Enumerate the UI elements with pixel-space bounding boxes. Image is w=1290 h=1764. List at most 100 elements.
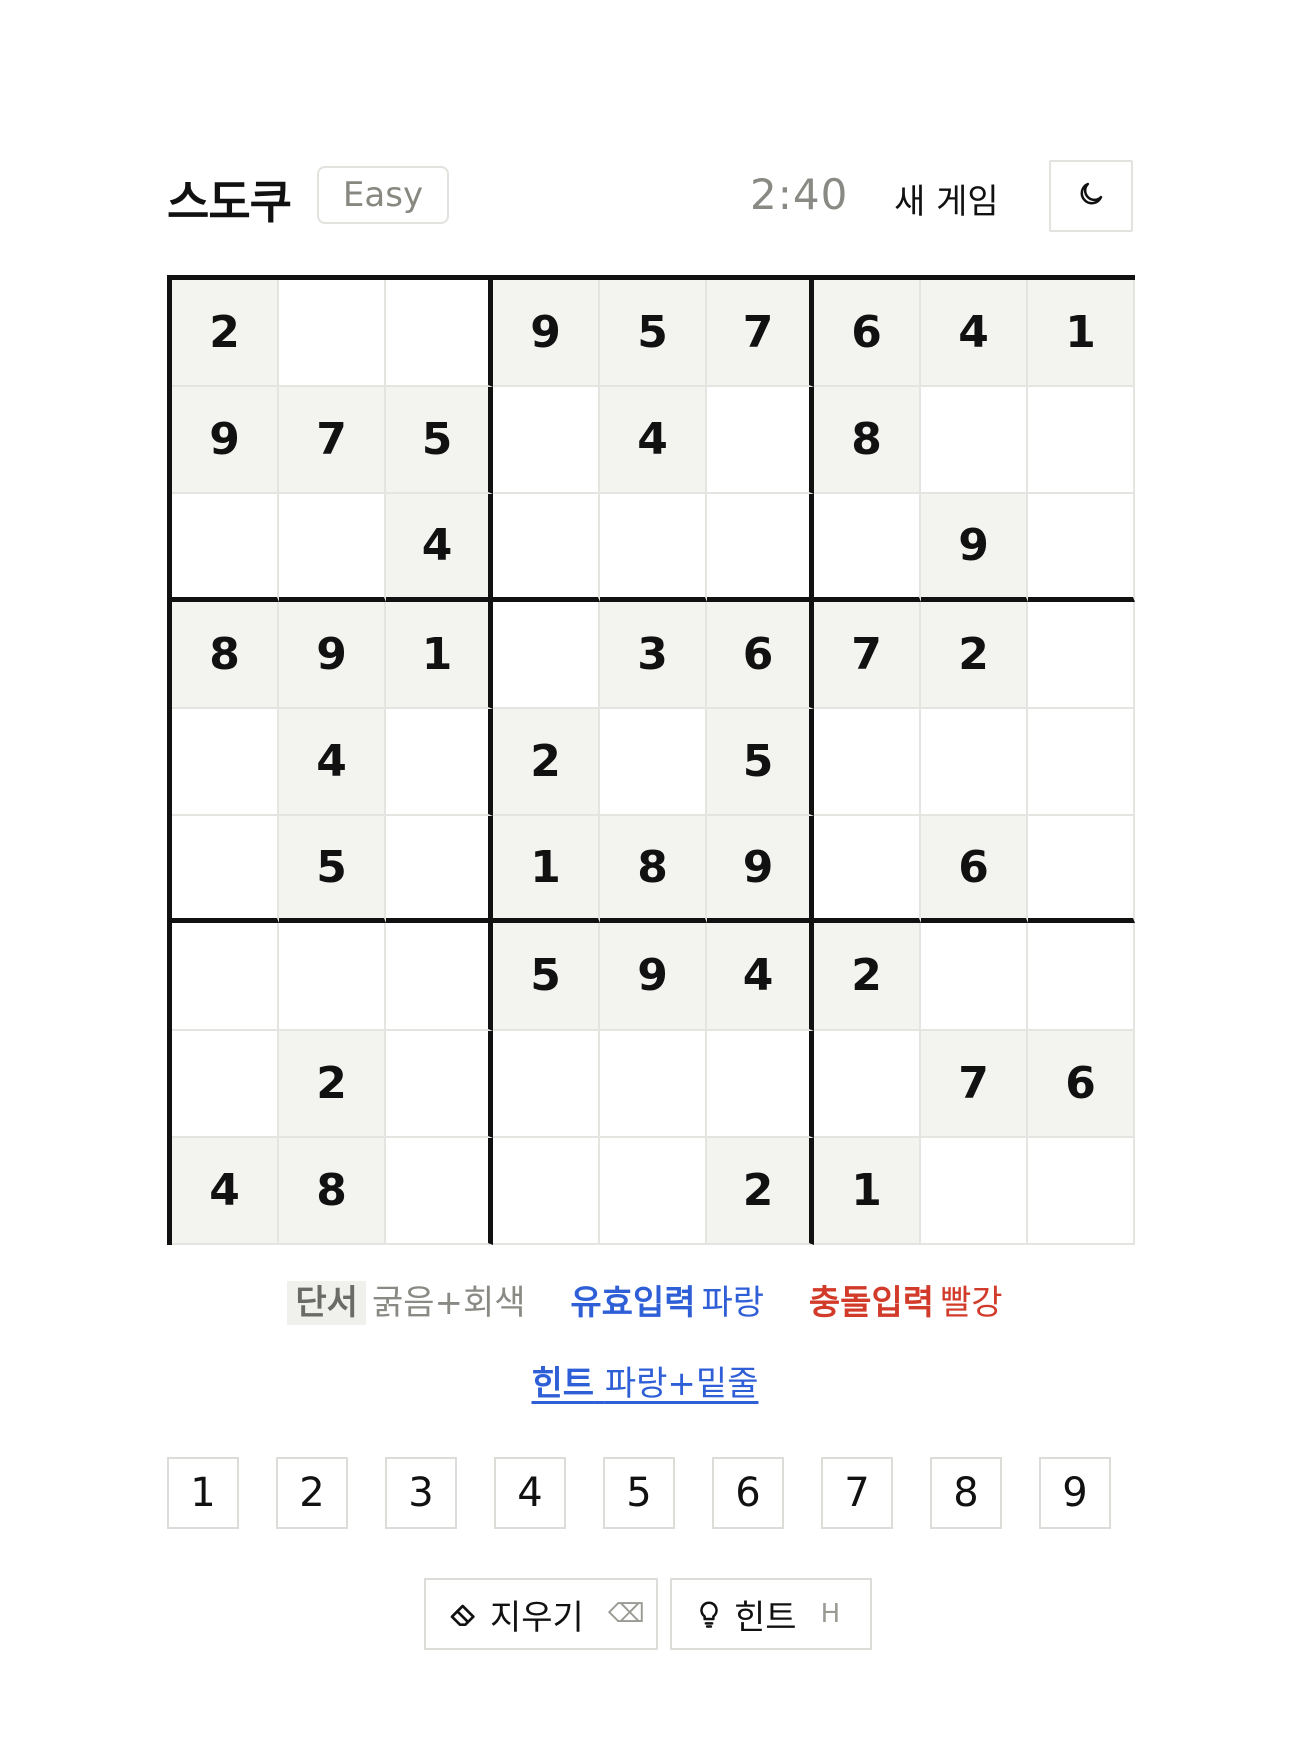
board-cell-r9c1[interactable]: 4 (172, 1137, 279, 1245)
board-cell-r6c4[interactable]: 1 (493, 816, 600, 924)
board-cell-r9c5[interactable] (600, 1137, 707, 1245)
board-cell-r7c7[interactable]: 2 (814, 923, 921, 1031)
board-cell-r7c3[interactable] (386, 923, 493, 1031)
board-cell-r2c4[interactable] (493, 387, 600, 495)
number-button-5[interactable]: 5 (603, 1457, 675, 1529)
board-cell-r2c7[interactable]: 8 (814, 387, 921, 495)
board-cell-r1c2[interactable] (279, 280, 386, 388)
board-cell-r6c3[interactable] (386, 816, 493, 924)
board-cell-r5c2[interactable]: 4 (279, 708, 386, 817)
board-cell-r7c6[interactable]: 4 (707, 923, 814, 1031)
board-cell-r8c7[interactable] (814, 1030, 921, 1138)
board-cell-r3c7[interactable] (814, 494, 921, 602)
board-cell-r5c4[interactable]: 2 (493, 708, 600, 817)
board-cell-r9c3[interactable] (386, 1137, 493, 1245)
board-cell-r1c3[interactable] (386, 280, 493, 388)
board-cell-r1c6[interactable]: 7 (707, 280, 814, 388)
board-cell-r1c5[interactable]: 5 (600, 280, 707, 388)
board-cell-r8c9[interactable]: 6 (1028, 1030, 1135, 1138)
board-cell-r8c4[interactable] (493, 1030, 600, 1138)
number-button-6[interactable]: 6 (712, 1457, 784, 1529)
board-cell-r4c7[interactable]: 7 (814, 601, 921, 709)
board-cell-r4c8[interactable]: 2 (921, 601, 1028, 709)
board-cell-r9c4[interactable] (493, 1137, 600, 1245)
difficulty-badge[interactable]: Easy (317, 166, 449, 224)
board-cell-r5c1[interactable] (172, 708, 279, 817)
board-cell-r6c7[interactable] (814, 816, 921, 924)
number-button-2[interactable]: 2 (276, 1457, 348, 1529)
board-cell-r4c3[interactable]: 1 (386, 601, 493, 709)
board-cell-r4c4[interactable] (493, 601, 600, 709)
board-cell-r2c6[interactable] (707, 387, 814, 495)
board-cell-r7c8[interactable] (921, 923, 1028, 1031)
legend-valid-desc: 파랑 (701, 1283, 765, 1323)
board-cell-r8c1[interactable] (172, 1030, 279, 1138)
board-cell-r5c9[interactable] (1028, 708, 1135, 817)
board-cell-r8c3[interactable] (386, 1030, 493, 1138)
board-cell-r6c1[interactable] (172, 816, 279, 924)
board-cell-r3c1[interactable] (172, 494, 279, 602)
board-cell-r2c2[interactable]: 7 (279, 387, 386, 495)
board-cell-r2c9[interactable] (1028, 387, 1135, 495)
board-cell-r8c6[interactable] (707, 1030, 814, 1138)
board-cell-r7c4[interactable]: 5 (493, 923, 600, 1031)
new-game-button[interactable]: 새 게임 (894, 174, 999, 223)
board-cell-r5c8[interactable] (921, 708, 1028, 817)
erase-shortcut: ⌫ (607, 1599, 645, 1629)
erase-button[interactable]: 지우기 ⌫ (424, 1578, 658, 1650)
board-cell-r7c5[interactable]: 9 (600, 923, 707, 1031)
board-cell-r3c5[interactable] (600, 494, 707, 602)
board-cell-r6c5[interactable]: 8 (600, 816, 707, 924)
board-cell-r7c1[interactable] (172, 923, 279, 1031)
number-button-7[interactable]: 7 (821, 1457, 893, 1529)
board-cell-r5c3[interactable] (386, 708, 493, 817)
board-cell-r9c2[interactable]: 8 (279, 1137, 386, 1245)
board-cell-r8c5[interactable] (600, 1030, 707, 1138)
board-cell-r2c3[interactable]: 5 (386, 387, 493, 495)
number-button-1[interactable]: 1 (167, 1457, 239, 1529)
board-cell-r6c9[interactable] (1028, 816, 1135, 924)
board-cell-r4c6[interactable]: 6 (707, 601, 814, 709)
board-cell-r2c1[interactable]: 9 (172, 387, 279, 495)
number-button-3[interactable]: 3 (385, 1457, 457, 1529)
board-cell-r6c8[interactable]: 6 (921, 816, 1028, 924)
legend-valid-key: 유효입력 (570, 1283, 696, 1323)
board-cell-r5c7[interactable] (814, 708, 921, 817)
board-cell-r9c9[interactable] (1028, 1137, 1135, 1245)
board-cell-r5c6[interactable]: 5 (707, 708, 814, 817)
board-cell-r5c5[interactable] (600, 708, 707, 817)
board-cell-r2c5[interactable]: 4 (600, 387, 707, 495)
board-cell-r3c6[interactable] (707, 494, 814, 602)
board-cell-r9c7[interactable]: 1 (814, 1137, 921, 1245)
board-cell-r4c9[interactable] (1028, 601, 1135, 709)
board-cell-r7c2[interactable] (279, 923, 386, 1031)
number-button-9[interactable]: 9 (1039, 1457, 1111, 1529)
number-button-8[interactable]: 8 (930, 1457, 1002, 1529)
board-cell-r9c8[interactable] (921, 1137, 1028, 1245)
erase-label: 지우기 (490, 1597, 584, 1638)
board-cell-r9c6[interactable]: 2 (707, 1137, 814, 1245)
board-cell-r3c3[interactable]: 4 (386, 494, 493, 602)
board-cell-r1c9[interactable]: 1 (1028, 280, 1135, 388)
board-cell-r4c5[interactable]: 3 (600, 601, 707, 709)
board-cell-r3c8[interactable]: 9 (921, 494, 1028, 602)
theme-toggle-button[interactable] (1049, 160, 1133, 232)
legend-given-desc: 굵음+회색 (371, 1283, 526, 1323)
board-cell-r1c8[interactable]: 4 (921, 280, 1028, 388)
board-cell-r1c1[interactable]: 2 (172, 280, 279, 388)
hint-button[interactable]: 힌트 H (670, 1578, 872, 1650)
board-cell-r1c7[interactable]: 6 (814, 280, 921, 388)
board-cell-r4c2[interactable]: 9 (279, 601, 386, 709)
board-cell-r3c4[interactable] (493, 494, 600, 602)
board-cell-r2c8[interactable] (921, 387, 1028, 495)
board-cell-r4c1[interactable]: 8 (172, 601, 279, 709)
board-cell-r8c8[interactable]: 7 (921, 1030, 1028, 1138)
board-cell-r6c6[interactable]: 9 (707, 816, 814, 924)
board-cell-r1c4[interactable]: 9 (493, 280, 600, 388)
board-cell-r6c2[interactable]: 5 (279, 816, 386, 924)
number-button-4[interactable]: 4 (494, 1457, 566, 1529)
board-cell-r7c9[interactable] (1028, 923, 1135, 1031)
board-cell-r8c2[interactable]: 2 (279, 1030, 386, 1138)
board-cell-r3c9[interactable] (1028, 494, 1135, 602)
board-cell-r3c2[interactable] (279, 494, 386, 602)
